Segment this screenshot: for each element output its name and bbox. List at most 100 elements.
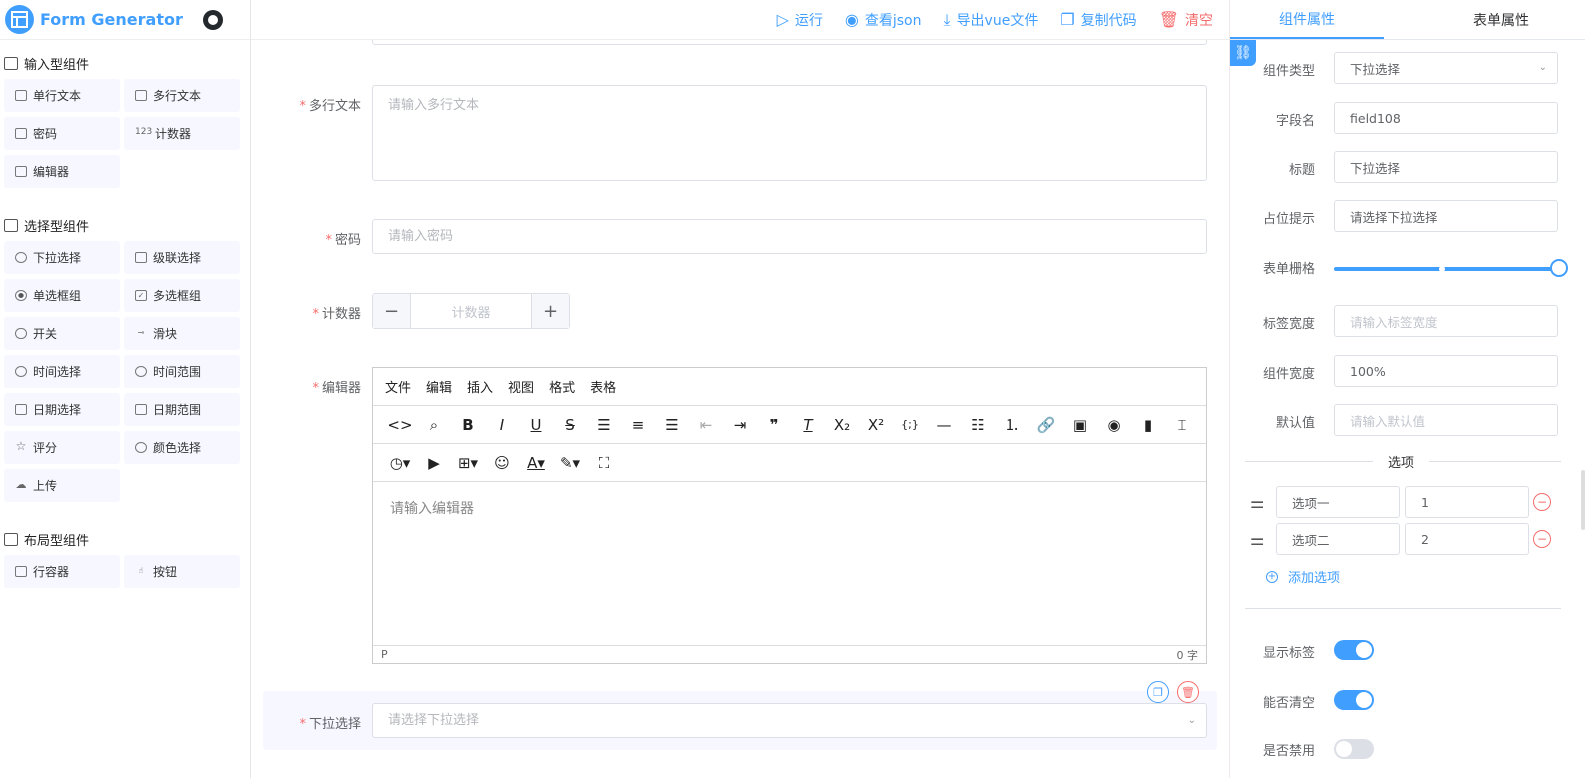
text-color-icon[interactable]: A▾ [519,454,553,472]
remove-option-icon[interactable]: − [1533,493,1551,511]
preview-icon[interactable]: ◉ [1097,416,1131,434]
view-json-button[interactable]: ◉ 查看json [845,10,922,30]
palette-item-switch[interactable]: 开关 [4,317,120,350]
tab-form-props[interactable]: 表单属性 [1424,0,1578,39]
copy-code-button[interactable]: ❐ 复制代码 [1060,10,1136,30]
title-input[interactable]: 下拉选择 [1334,151,1558,183]
palette-item-textarea[interactable]: 多行文本 [124,79,240,112]
menu-view[interactable]: 视图 [508,377,534,396]
github-icon[interactable] [202,9,223,30]
blockquote-icon[interactable]: ❞ [757,416,791,434]
rich-text-editor[interactable]: 文件 编辑 插入 视图 格式 表格 <> ⌕ B I U S ☰ ≡ ☰ ⇤ ⇥… [372,367,1207,664]
partial-field-input[interactable] [372,40,1207,45]
code-sample-icon[interactable]: {;} [893,418,927,431]
quantity-stepper[interactable]: − 计数器 + [372,293,570,329]
palette-item-select[interactable]: 下拉选择 [4,241,120,274]
textarea-input[interactable]: 请输入多行文本 [372,85,1207,181]
palette-item-slider[interactable]: ⊸ 滑块 [124,317,240,350]
drag-handle-icon[interactable]: ⚌ [1250,493,1270,512]
prop-clearable: 能否清空 [1230,684,1585,716]
run-button[interactable]: ▷ 运行 [777,10,823,30]
palette-item-time[interactable]: 时间选择 [4,355,120,388]
align-right-icon[interactable]: ☰ [655,416,689,434]
select-input[interactable]: 请选择下拉选择 ⌄ [372,703,1207,738]
palette-item-counter[interactable]: 123 计数器 [124,117,240,150]
superscript-icon[interactable]: X² [859,416,893,434]
remove-option-icon[interactable]: − [1533,530,1551,548]
copy-item-icon[interactable]: ❐ [1147,681,1169,703]
password-input[interactable]: 请输入密码 [372,219,1207,254]
placeholder-input[interactable]: 请选择下拉选择 [1334,200,1558,232]
delete-item-icon[interactable]: 🗑 [1177,681,1199,703]
palette-item-radio[interactable]: 单选框组 [4,279,120,312]
option-label-input[interactable]: 选项一 [1276,486,1400,518]
indent-icon[interactable]: ⇥ [723,416,757,434]
subscript-icon[interactable]: X₂ [825,416,859,434]
label-width-input[interactable]: 请输入标签宽度 [1334,305,1558,337]
increment-button[interactable]: + [532,294,569,328]
component-type-select[interactable]: 下拉选择 ⌄ [1334,52,1558,84]
add-option-button[interactable]: + 添加选项 [1266,567,1340,586]
scrollbar[interactable] [1581,470,1585,530]
link-icon[interactable]: 🔗 [1029,416,1063,434]
palette-item-time-range[interactable]: 时间范围 [124,355,240,388]
show-label-toggle[interactable] [1334,640,1374,660]
search-icon[interactable]: ⌕ [417,416,451,434]
field-name-input[interactable]: field108 [1334,102,1558,134]
disabled-toggle[interactable] [1334,739,1374,759]
palette-item-cascader[interactable]: 级联选择 [124,241,240,274]
bookmark-icon[interactable]: ▮ [1131,416,1165,434]
palette-item-rate[interactable]: ☆ 评分 [4,431,120,464]
clear-button[interactable]: 🗑 清空 [1159,10,1213,30]
align-center-icon[interactable]: ≡ [621,416,655,434]
emoji-icon[interactable]: ☺ [485,454,519,472]
decrement-button[interactable]: − [373,294,410,328]
palette-item-upload[interactable]: ☁ 上传 [4,469,120,502]
bold-icon[interactable]: B [451,416,485,434]
media-icon[interactable]: ▶ [417,454,451,472]
table-icon[interactable]: ⊞▾ [451,454,485,472]
menu-edit[interactable]: 编辑 [426,377,452,396]
fullscreen-icon[interactable]: ⛶ [587,454,621,472]
option-label-input[interactable]: 选项二 [1276,523,1400,555]
menu-insert[interactable]: 插入 [467,377,493,396]
code-icon[interactable]: <> [383,416,417,434]
span-slider[interactable] [1334,259,1568,277]
palette-item-checkbox[interactable]: ✓ 多选框组 [124,279,240,312]
width-input[interactable]: 100% [1334,355,1558,387]
palette-item-password[interactable]: 密码 [4,117,120,150]
counter-input[interactable]: 计数器 [410,294,532,328]
highlight-color-icon[interactable]: ✎▾ [553,454,587,472]
drag-handle-icon[interactable]: ⚌ [1250,530,1270,549]
palette-item-button[interactable]: ☝ 按钮 [124,555,240,588]
image-icon[interactable]: ▣ [1063,416,1097,434]
palette-item-row[interactable]: 行容器 [4,555,120,588]
underline-icon[interactable]: U [519,416,553,434]
page-break-icon[interactable]: ⌶ [1165,416,1199,434]
numbered-list-icon[interactable]: ⒈ [995,414,1029,435]
palette-item-editor[interactable]: 编辑器 [4,155,120,188]
option-value-input[interactable]: 1 [1405,486,1529,518]
option-value-input[interactable]: 2 [1405,523,1529,555]
bullet-list-icon[interactable]: ☷ [961,416,995,434]
tab-component-props[interactable]: 组件属性 [1230,0,1384,39]
datetime-icon[interactable]: ◷▾ [383,454,417,472]
italic-icon[interactable]: I [485,416,519,434]
palette-item-input[interactable]: 单行文本 [4,79,120,112]
menu-table[interactable]: 表格 [590,377,616,396]
palette-item-date-range[interactable]: 日期范围 [124,393,240,426]
default-value-input[interactable]: 请输入默认值 [1334,404,1558,436]
palette-item-color[interactable]: 颜色选择 [124,431,240,464]
horizontal-rule-icon[interactable]: — [927,416,961,434]
align-left-icon[interactable]: ☰ [587,416,621,434]
clear-format-icon[interactable]: T [791,416,825,434]
menu-file[interactable]: 文件 [385,377,411,396]
strikethrough-icon[interactable]: S [553,416,587,434]
editor-content[interactable]: 请输入编辑器 [373,482,1206,624]
slider-handle[interactable] [1550,259,1568,277]
outdent-icon[interactable]: ⇤ [689,416,723,434]
export-vue-button[interactable]: ⤓ 导出vue文件 [943,10,1038,30]
menu-format[interactable]: 格式 [549,377,575,396]
clearable-toggle[interactable] [1334,690,1374,710]
palette-item-date[interactable]: 日期选择 [4,393,120,426]
